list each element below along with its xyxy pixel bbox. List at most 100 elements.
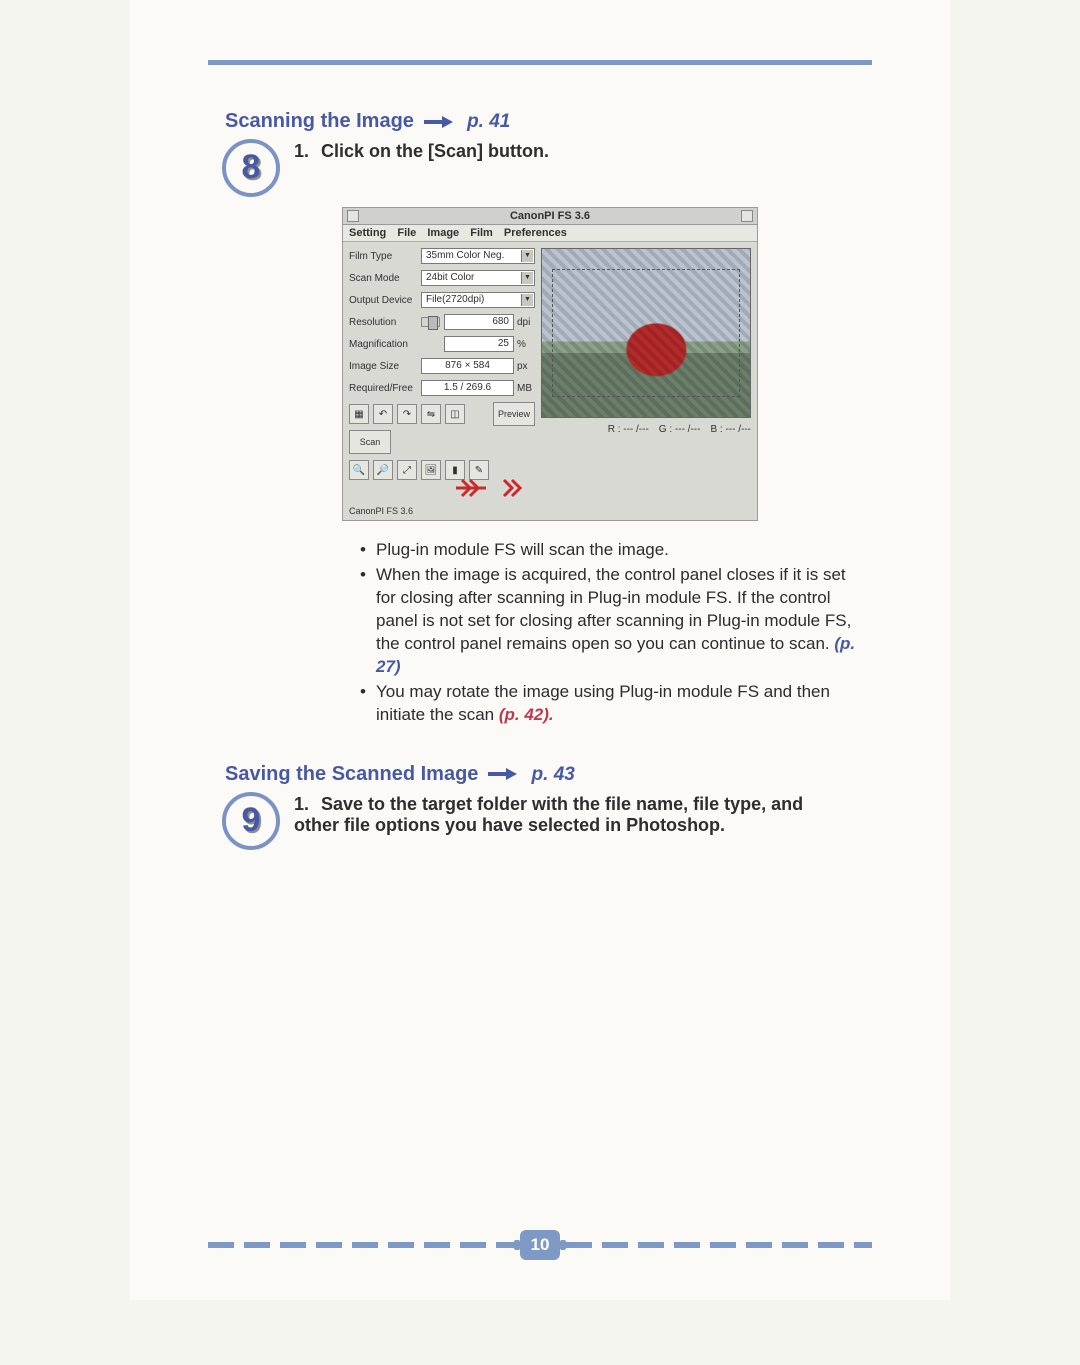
dropdown-output-device[interactable]: File(2720dpi): [421, 292, 535, 308]
ol-number: 1.: [294, 794, 316, 815]
page-footer: 10: [208, 1230, 872, 1260]
callout-arrows-icon: [454, 478, 535, 498]
page-ref-41: p. 41: [467, 111, 510, 132]
tool-rotate-right-icon[interactable]: ↷: [397, 404, 417, 424]
dropdown-film-type[interactable]: 35mm Color Neg.: [421, 248, 535, 264]
label-required-free: Required/Free: [349, 383, 421, 394]
menu-preferences[interactable]: Preferences: [504, 227, 567, 239]
tool-rotate-left-icon[interactable]: ↶: [373, 404, 393, 424]
tool-crop-icon[interactable]: ◫: [445, 404, 465, 424]
scan-button[interactable]: Scan: [349, 430, 391, 454]
bullet-3-ref: (p. 42).: [499, 705, 554, 724]
app-right-panel: R : --- /--- G : --- /--- B : --- /---: [541, 242, 757, 504]
section-title-saving-text: Saving the Scanned Image: [225, 763, 478, 785]
chevron-down-icon: [521, 272, 533, 284]
menu-film[interactable]: Film: [470, 227, 493, 239]
value-film-type: 35mm Color Neg.: [426, 249, 504, 263]
step-9-instruction: 1. Save to the target folder with the fi…: [294, 792, 814, 836]
tool-auto-icon[interactable]: ▦: [349, 404, 369, 424]
bullet-3-text: You may rotate the image using Plug-in m…: [376, 682, 830, 724]
tool-fit-icon[interactable]: ⤢: [397, 460, 417, 480]
value-resolution: 680: [492, 315, 509, 329]
chevron-down-icon: [521, 294, 533, 306]
row-magnification: Magnification 25 %: [349, 336, 535, 352]
app-menubar: Setting File Image Film Preferences: [343, 225, 757, 242]
bullet-2-text: When the image is acquired, the control …: [376, 565, 851, 653]
app-footer: CanonPI FS 3.6: [343, 504, 757, 520]
tool-zoom-out-icon[interactable]: 🔎: [373, 460, 393, 480]
tool-flip-icon[interactable]: ⇋: [421, 404, 441, 424]
value-output-device: File(2720dpi): [426, 293, 484, 307]
footer-dash-right: [566, 1242, 872, 1248]
label-resolution: Resolution: [349, 317, 421, 328]
label-output-device: Output Device: [349, 295, 421, 306]
app-body: Film Type 35mm Color Neg. Scan Mode 24bi…: [343, 242, 757, 504]
slider-resolution[interactable]: [421, 317, 440, 327]
app-left-panel: Film Type 35mm Color Neg. Scan Mode 24bi…: [343, 242, 541, 504]
app-title: CanonPI FS 3.6: [510, 210, 590, 222]
value-scan-mode: 24bit Color: [426, 271, 474, 285]
unit-image-size: px: [517, 361, 535, 372]
row-scan-mode: Scan Mode 24bit Color: [349, 270, 535, 286]
value-magnification: 25: [498, 337, 509, 351]
row-required-free: Required/Free 1.5 / 269.6 MB: [349, 380, 535, 396]
footer-dash-left: [208, 1242, 514, 1248]
page-number-badge: 10: [520, 1230, 560, 1260]
tool-adjust-icon[interactable]: ✎: [469, 460, 489, 480]
section-title-scanning: Scanning the Image p. 41: [225, 110, 950, 133]
unit-required-free: MB: [517, 383, 535, 394]
chevron-down-icon: [521, 250, 533, 262]
svg-text:8: 8: [242, 148, 261, 186]
instruction-text-9: Save to the target folder with the file …: [294, 794, 803, 835]
bullet-list-scanning: Plug-in module FS will scan the image. W…: [360, 539, 870, 727]
bullet-2: When the image is acquired, the control …: [360, 564, 870, 679]
label-film-type: Film Type: [349, 251, 421, 262]
preview-area[interactable]: [541, 248, 751, 418]
step-8-instruction: 1. Click on the [Scan] button.: [294, 139, 549, 162]
top-rule: [208, 60, 872, 65]
dropdown-scan-mode[interactable]: 24bit Color: [421, 270, 535, 286]
label-scan-mode: Scan Mode: [349, 273, 421, 284]
arrow-right-icon: [486, 767, 518, 781]
instruction-text: Click on the [Scan] button.: [321, 141, 549, 161]
row-film-type: Film Type 35mm Color Neg.: [349, 248, 535, 264]
section-title-text: Scanning the Image: [225, 110, 414, 132]
arrow-right-icon: [422, 115, 454, 129]
preview-button[interactable]: Preview: [493, 402, 535, 426]
tool-zoom-in-icon[interactable]: 🔍: [349, 460, 369, 480]
bullet-1-text: Plug-in module FS will scan the image.: [376, 540, 669, 559]
svg-text:9: 9: [242, 801, 261, 839]
section-title-saving: Saving the Scanned Image p. 43: [225, 763, 950, 786]
value-image-size: 876 × 584: [445, 359, 490, 373]
step-9-row: 9 9 1. Save to the target folder with th…: [130, 792, 950, 850]
unit-resolution: dpi: [517, 317, 535, 328]
menu-file[interactable]: File: [397, 227, 416, 239]
tool-row-1: ▦ ↶ ↷ ⇋ ◫ Preview Scan: [349, 402, 535, 454]
label-image-size: Image Size: [349, 361, 421, 372]
input-resolution[interactable]: 680: [444, 314, 514, 330]
rgb-g: G : --- /---: [659, 424, 701, 435]
app-screenshot: CanonPI FS 3.6 Setting File Image Film P…: [342, 207, 758, 521]
window-collapse-box[interactable]: [741, 210, 753, 222]
bullet-1: Plug-in module FS will scan the image.: [360, 539, 870, 562]
row-resolution: Resolution 680 dpi: [349, 314, 535, 330]
window-close-box[interactable]: [347, 210, 359, 222]
step-9-badge: 9 9: [222, 792, 280, 850]
value-required-free: 1.5 / 269.6: [444, 381, 491, 395]
row-output-device: Output Device File(2720dpi): [349, 292, 535, 308]
rgb-b: B : --- /---: [710, 424, 751, 435]
page: Scanning the Image p. 41 8 8 1. Click on…: [130, 0, 950, 1300]
app-footer-left: CanonPI FS 3.6: [349, 506, 413, 516]
menu-setting[interactable]: Setting: [349, 227, 386, 239]
tool-row-2: 🔍 🔎 ⤢ 🖼 ▮ ✎: [349, 460, 535, 480]
rgb-r: R : --- /---: [608, 424, 649, 435]
ol-number: 1.: [294, 141, 316, 162]
input-magnification[interactable]: 25: [444, 336, 514, 352]
tool-image-icon[interactable]: 🖼: [421, 460, 441, 480]
menu-image[interactable]: Image: [427, 227, 459, 239]
value-required-free-box: 1.5 / 269.6: [421, 380, 514, 396]
label-magnification: Magnification: [349, 339, 421, 350]
tool-ruler-icon[interactable]: ▮: [445, 460, 465, 480]
rgb-readout: R : --- /--- G : --- /--- B : --- /---: [541, 424, 751, 435]
step-8-badge: 8 8: [222, 139, 280, 197]
